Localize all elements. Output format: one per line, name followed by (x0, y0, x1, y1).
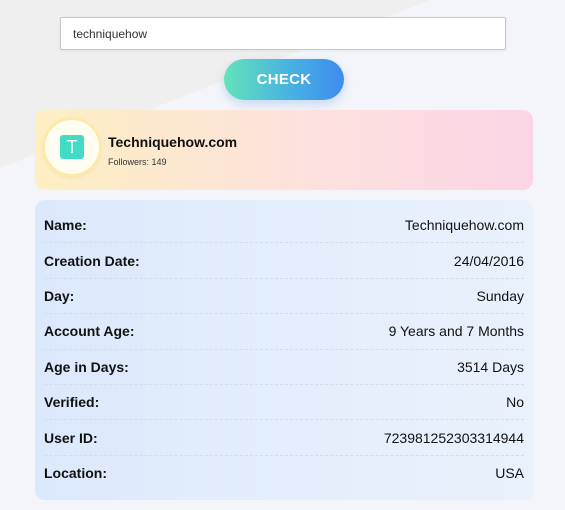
detail-label: User ID: (44, 429, 98, 446)
check-button[interactable]: CHECK (224, 59, 344, 100)
detail-label: Age in Days: (44, 358, 129, 375)
detail-row-verified: Verified: No (44, 385, 524, 421)
details-table: Name: Techniquehow.com Creation Date: 24… (35, 200, 533, 500)
detail-value: Techniquehow.com (404, 217, 524, 234)
detail-row-day: Day: Sunday (44, 279, 524, 315)
detail-label: Location: (44, 465, 107, 482)
detail-label: Creation Date: (44, 252, 140, 269)
detail-row-location: Location: USA (44, 456, 524, 491)
detail-value: 3514 Days (457, 358, 524, 375)
detail-value: 9 Years and 7 Months (388, 323, 524, 340)
detail-label: Account Age: (44, 323, 135, 340)
detail-row-age-in-days: Age in Days: 3514 Days (44, 350, 524, 385)
detail-label: Name: (44, 217, 87, 234)
profile-card: T Techniquehow.com Followers: 149 (35, 110, 533, 190)
detail-row-creation-date: Creation Date: 24/04/2016 (44, 243, 524, 279)
detail-value: 723981252303314944 (383, 429, 524, 446)
detail-row-name: Name: Techniquehow.com (44, 208, 524, 244)
username-input[interactable] (61, 18, 505, 49)
detail-label: Day: (44, 287, 75, 304)
detail-row-account-age: Account Age: 9 Years and 7 Months (44, 314, 524, 350)
search-box[interactable] (60, 17, 506, 50)
followers-count: Followers: 149 (108, 157, 167, 167)
avatar: T (45, 120, 99, 174)
profile-name: Techniquehow.com (108, 134, 238, 150)
detail-value: 24/04/2016 (453, 252, 524, 269)
detail-value: Sunday (476, 287, 524, 304)
avatar-letter-icon: T (60, 135, 84, 159)
detail-label: Verified: (44, 394, 100, 411)
detail-value: USA (495, 465, 524, 482)
detail-value: No (506, 394, 524, 411)
detail-row-user-id: User ID: 723981252303314944 (44, 420, 524, 456)
